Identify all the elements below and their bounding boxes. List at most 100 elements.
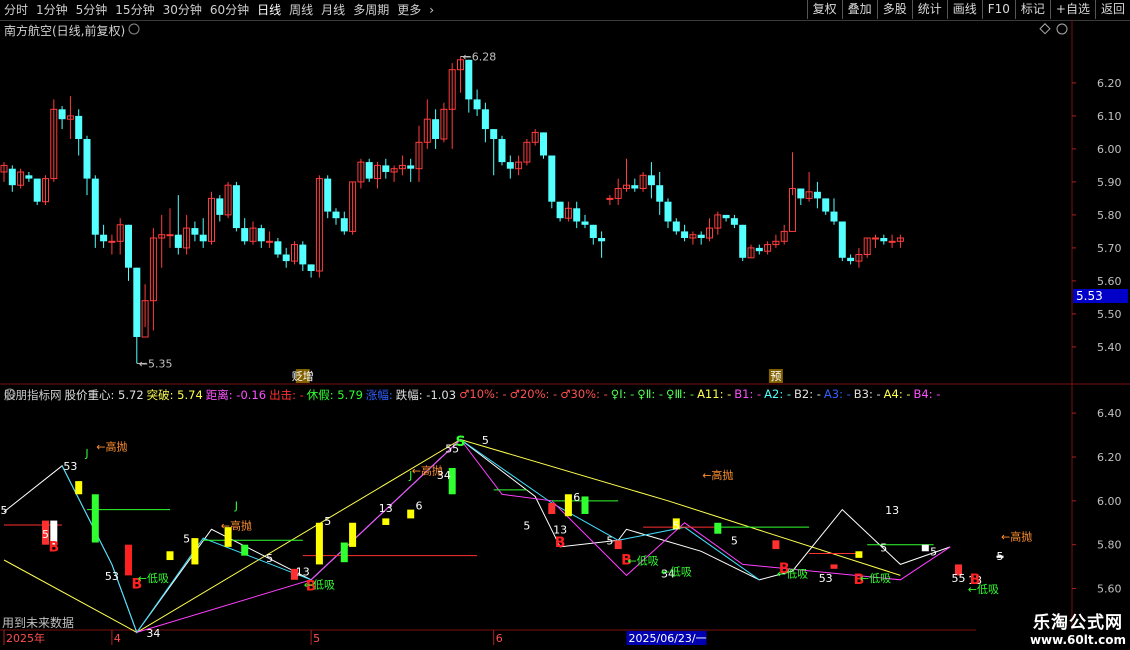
signal-bar xyxy=(921,544,929,552)
candle-body xyxy=(506,162,514,169)
signal-label: J xyxy=(84,447,88,460)
signal-label: 5 xyxy=(673,519,680,532)
signal-label: 5 xyxy=(606,535,613,548)
signal-bar xyxy=(125,544,132,576)
legend-entry-8: ♂10%: - xyxy=(459,387,507,401)
current-price-tag: 5.53 xyxy=(1073,289,1128,303)
signal-label: 53 xyxy=(105,570,119,583)
zigzag-magenta-line xyxy=(136,438,951,633)
main-y-tick-label: 6.00 xyxy=(1097,143,1122,156)
signal-label: 5 xyxy=(266,552,273,565)
candle-body xyxy=(340,218,348,232)
candle-body xyxy=(481,109,489,130)
legend-entry-10: ♂30%: - xyxy=(560,387,608,401)
candle-body xyxy=(556,201,564,219)
legend-entry-15: B1: - xyxy=(734,387,762,401)
legend-entry-6: 涨幅: xyxy=(365,388,393,402)
candle-body xyxy=(755,247,763,252)
candle-body xyxy=(647,175,655,186)
candle-body xyxy=(307,264,315,271)
candle-body xyxy=(880,238,888,242)
candle-body xyxy=(232,185,240,229)
signal-label: 5 xyxy=(880,541,887,554)
settings-icon xyxy=(1056,23,1068,35)
ind-y-tick-label: 5.80 xyxy=(1097,539,1122,552)
signal-label: 13 xyxy=(379,502,393,515)
legend-entry-1: 股价重心: 5.72 xyxy=(64,388,144,402)
signal-label: 5 xyxy=(482,434,489,447)
signal-bar xyxy=(382,518,390,525)
signal-bar xyxy=(564,494,572,517)
signal-label: ←低吸 xyxy=(627,554,658,567)
legend-entry-14: A11: - xyxy=(697,387,732,401)
candle-body xyxy=(473,99,481,110)
signal-bar xyxy=(772,540,780,550)
event-marker-label: 预 xyxy=(770,370,781,383)
signal-label: 6 xyxy=(573,491,580,504)
signal-bar xyxy=(191,538,199,565)
main-y-tick-label: 5.40 xyxy=(1097,341,1122,354)
legend-entry-11: ♀Ⅰ: - xyxy=(610,387,635,401)
signal-label: ←低吸 xyxy=(860,572,891,585)
main-y-tick-label: 6.20 xyxy=(1097,77,1122,90)
candle-body xyxy=(581,221,589,225)
signal-bar xyxy=(91,494,99,543)
watermark: 乐淘公式网 www.60lt.com xyxy=(1030,608,1126,647)
signal-bar xyxy=(548,503,556,514)
candle-body xyxy=(722,214,730,219)
signal-label: 5 xyxy=(523,519,530,532)
legend-entry-21: B4: - xyxy=(913,387,941,401)
candle-body xyxy=(407,165,415,169)
event-marker-label: 贬增 xyxy=(292,369,314,383)
candle-body xyxy=(813,191,821,199)
candle-body xyxy=(274,241,282,255)
candle-body xyxy=(730,218,738,225)
candle-body xyxy=(548,155,556,202)
extreme-label: ←6.28 xyxy=(463,51,497,64)
candle-body xyxy=(656,185,664,202)
signal-bar xyxy=(581,496,589,514)
candle-body xyxy=(631,185,639,189)
signal-bar xyxy=(340,542,348,563)
zigzag-white-line xyxy=(3,438,951,634)
legend-entry-13: ♀Ⅲ: - xyxy=(666,387,695,401)
signal-bar xyxy=(75,481,83,495)
candle-body xyxy=(664,201,672,222)
signal-label: 5 xyxy=(997,550,1004,563)
candle-body xyxy=(382,165,390,172)
legend-entry-17: B2: - xyxy=(794,387,821,401)
candle-body xyxy=(739,224,747,258)
legend-entry-12: ♀Ⅱ: - xyxy=(637,387,664,401)
signal-label: ←低吸 xyxy=(968,583,999,596)
chart-canvas[interactable]: 6.20 6.10 6.00 5.90 5.80 5.70 5.60 5.50 5.40 ←6.2… xyxy=(0,0,1130,650)
dropdown-icon xyxy=(128,23,140,35)
signal-label: ←低吸 xyxy=(661,565,692,578)
x-axis-label: 6 xyxy=(496,632,503,645)
candle-body xyxy=(8,168,16,186)
legend-entry-0: 股朋指标网 xyxy=(4,388,62,402)
signal-label: ←高抛 xyxy=(96,439,127,453)
main-chart-title: 南方航空(日线,前复权) xyxy=(4,24,126,38)
candle-body xyxy=(872,237,879,240)
watermark-url: www.60lt.com xyxy=(1029,633,1126,647)
legend-entry-19: B3: - xyxy=(853,387,881,401)
signal-bar xyxy=(315,522,323,565)
signal-label: 5 xyxy=(731,535,738,548)
x-axis-label: 2025年 xyxy=(6,631,45,645)
candle-body xyxy=(490,129,498,139)
signal-label: 13 xyxy=(885,504,899,517)
watermark-title: 乐淘公式网 xyxy=(1032,613,1123,633)
signal-bar xyxy=(349,522,357,547)
signal-label: ←低吸 xyxy=(304,579,335,592)
signal-label: 5 xyxy=(183,533,190,546)
signal-label: ←低吸 xyxy=(777,568,808,581)
signal-label: 53 xyxy=(63,460,77,473)
candle-body xyxy=(216,198,224,215)
candle-body xyxy=(672,221,680,232)
signal-label: ←低吸 xyxy=(138,572,169,585)
legend-entry-7: 跌幅: -1.03 xyxy=(395,388,457,402)
candle-body xyxy=(108,240,116,243)
candle-body xyxy=(58,109,66,120)
signal-label: 5 xyxy=(1,504,8,517)
candle-body xyxy=(282,254,290,262)
